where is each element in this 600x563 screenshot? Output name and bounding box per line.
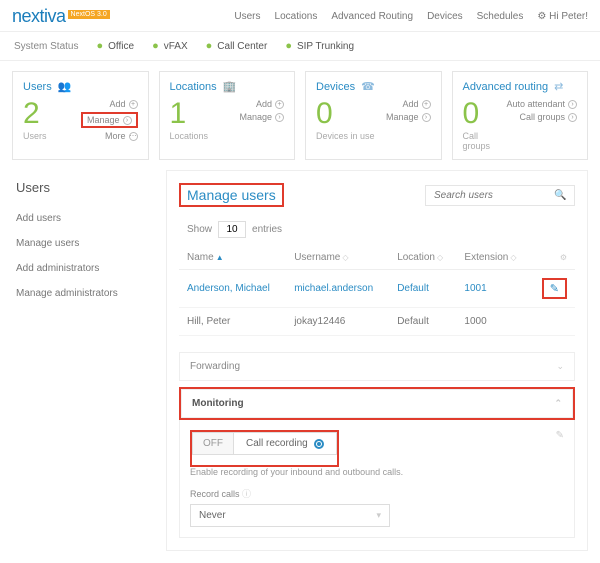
topnav-devices[interactable]: Devices bbox=[427, 11, 463, 22]
settings-icon: ⚙ bbox=[560, 253, 567, 262]
card-users-title: Users bbox=[23, 81, 52, 93]
cell-extension: 1000 bbox=[456, 308, 530, 336]
nav2-call-center[interactable]: ●Call Center bbox=[206, 40, 268, 52]
monitoring-toggle[interactable]: OFF bbox=[192, 432, 234, 455]
users-more-link[interactable]: More⋯ bbox=[81, 131, 138, 141]
card-devices: Devices ☎ 0 Devices in use Add+ Manage› bbox=[305, 71, 442, 160]
monitoring-body: OFF Call recording ✎ Enable recording of… bbox=[179, 420, 575, 538]
card-devices-sub: Devices in use bbox=[316, 131, 375, 141]
search-icon: 🔍 bbox=[554, 190, 566, 201]
sidebar-add-administrators[interactable]: Add administrators bbox=[12, 263, 154, 274]
routing-call-groups-link[interactable]: Call groups› bbox=[506, 112, 577, 122]
topnav-advanced-routing[interactable]: Advanced Routing bbox=[331, 11, 413, 22]
vfax-icon: ● bbox=[152, 40, 159, 52]
devices-manage-link[interactable]: Manage› bbox=[386, 112, 431, 122]
logo-text: nextiva bbox=[12, 6, 66, 27]
record-calls-select[interactable]: Never ▾ bbox=[190, 504, 390, 527]
users-table: Name▲ Username◇ Location◇ Extension◇ ⚙ A… bbox=[179, 246, 575, 336]
col-settings: ⚙ bbox=[530, 246, 575, 270]
cell-extension: 1001 bbox=[456, 270, 530, 308]
card-users-count: 2 bbox=[23, 99, 47, 129]
nav2-vfax[interactable]: ●vFAX bbox=[152, 40, 188, 52]
logo-badge: NextOS 3.0 bbox=[68, 10, 110, 19]
locations-icon: 🏢 bbox=[223, 80, 237, 93]
cell-location: Default bbox=[389, 270, 456, 308]
cell-location: Default bbox=[389, 308, 456, 336]
greeting[interactable]: ⚙ Hi Peter! bbox=[537, 11, 588, 22]
card-routing-title: Advanced routing bbox=[463, 81, 549, 93]
card-users-sub: Users bbox=[23, 131, 47, 141]
locations-add-link[interactable]: Add+ bbox=[239, 99, 284, 109]
pencil-icon[interactable]: ✎ bbox=[556, 430, 564, 441]
cell-name[interactable]: Hill, Peter bbox=[179, 308, 286, 336]
search-box[interactable]: 🔍 bbox=[425, 185, 575, 206]
card-locations-count: 1 bbox=[170, 99, 209, 129]
sidebar-manage-users[interactable]: Manage users bbox=[12, 238, 154, 249]
topnav-schedules[interactable]: Schedules bbox=[477, 11, 524, 22]
accordion-monitoring[interactable]: Monitoring ⌃ bbox=[181, 389, 573, 418]
call-center-icon: ● bbox=[206, 40, 213, 52]
routing-icon: ⇄ bbox=[554, 80, 563, 93]
entries-input[interactable] bbox=[218, 221, 246, 238]
devices-add-link[interactable]: Add+ bbox=[386, 99, 431, 109]
col-username[interactable]: Username◇ bbox=[286, 246, 389, 270]
sip-trunking-icon: ● bbox=[285, 40, 292, 52]
card-advanced-routing: Advanced routing ⇄ 0 Call groups Auto at… bbox=[452, 71, 589, 160]
page-title: Manage users bbox=[187, 187, 276, 203]
sidebar: Users Add users Manage users Add adminis… bbox=[12, 170, 154, 551]
card-locations: Locations 🏢 1 Locations Add+ Manage› bbox=[159, 71, 296, 160]
summary-cards: Users 👥 2 Users Add+ Manage› More⋯ Locat… bbox=[0, 61, 600, 170]
sidebar-add-users[interactable]: Add users bbox=[12, 213, 154, 224]
content-panel: Manage users 🔍 Show entries Name▲ Userna… bbox=[166, 170, 588, 551]
table-row[interactable]: Anderson, Michael michael.anderson Defau… bbox=[179, 270, 575, 308]
nav2-sip-trunking[interactable]: ●SIP Trunking bbox=[285, 40, 354, 52]
routing-auto-attendant-link[interactable]: Auto attendant› bbox=[506, 99, 577, 109]
accordion-forwarding[interactable]: Forwarding ⌄ bbox=[179, 352, 575, 381]
card-users: Users 👥 2 Users Add+ Manage› More⋯ bbox=[12, 71, 149, 160]
col-location[interactable]: Location◇ bbox=[389, 246, 456, 270]
card-routing-count: 0 bbox=[463, 99, 507, 129]
chevron-down-icon: ▾ bbox=[376, 510, 381, 521]
users-add-link[interactable]: Add+ bbox=[81, 99, 138, 109]
cell-name[interactable]: Anderson, Michael bbox=[179, 270, 286, 308]
topnav-locations[interactable]: Locations bbox=[275, 11, 318, 22]
secondary-nav: System Status ●Office ●vFAX ●Call Center… bbox=[0, 32, 600, 61]
entries-control: Show entries bbox=[179, 221, 575, 238]
card-devices-title: Devices bbox=[316, 81, 355, 93]
radio-icon bbox=[314, 439, 324, 449]
search-input[interactable] bbox=[434, 190, 554, 201]
nav2-office[interactable]: ●Office bbox=[96, 40, 134, 52]
office-icon: ● bbox=[96, 40, 103, 52]
locations-manage-link[interactable]: Manage› bbox=[239, 112, 284, 122]
sidebar-manage-administrators[interactable]: Manage administrators bbox=[12, 288, 154, 299]
col-name[interactable]: Name▲ bbox=[179, 246, 286, 270]
table-row[interactable]: Hill, Peter jokay12446 Default 1000 bbox=[179, 308, 575, 336]
call-recording-option[interactable]: Call recording bbox=[234, 432, 337, 455]
users-manage-link[interactable]: Manage› bbox=[81, 112, 138, 128]
sidebar-title: Users bbox=[12, 180, 154, 195]
nav2-system-status[interactable]: System Status bbox=[14, 41, 78, 52]
edit-icon[interactable]: ✎ bbox=[550, 283, 559, 295]
col-extension[interactable]: Extension◇ bbox=[456, 246, 530, 270]
cell-username: jokay12446 bbox=[286, 308, 389, 336]
monitoring-desc: Enable recording of your inbound and out… bbox=[190, 467, 564, 477]
card-locations-sub: Locations bbox=[170, 131, 209, 141]
users-icon: 👥 bbox=[58, 80, 72, 93]
card-routing-sub: Call groups bbox=[463, 131, 507, 151]
chevron-down-icon: ⌄ bbox=[556, 361, 564, 372]
card-locations-title: Locations bbox=[170, 81, 217, 93]
record-calls-label: Record calls ⓘ bbox=[190, 487, 564, 500]
devices-icon: ☎ bbox=[361, 80, 375, 93]
top-nav: Users Locations Advanced Routing Devices… bbox=[234, 11, 588, 22]
card-devices-count: 0 bbox=[316, 99, 375, 129]
cell-username: michael.anderson bbox=[286, 270, 389, 308]
topnav-users[interactable]: Users bbox=[234, 11, 260, 22]
logo[interactable]: nextiva NextOS 3.0 bbox=[12, 6, 110, 27]
chevron-up-icon: ⌃ bbox=[554, 398, 562, 409]
gear-icon: ⚙ bbox=[537, 11, 546, 22]
